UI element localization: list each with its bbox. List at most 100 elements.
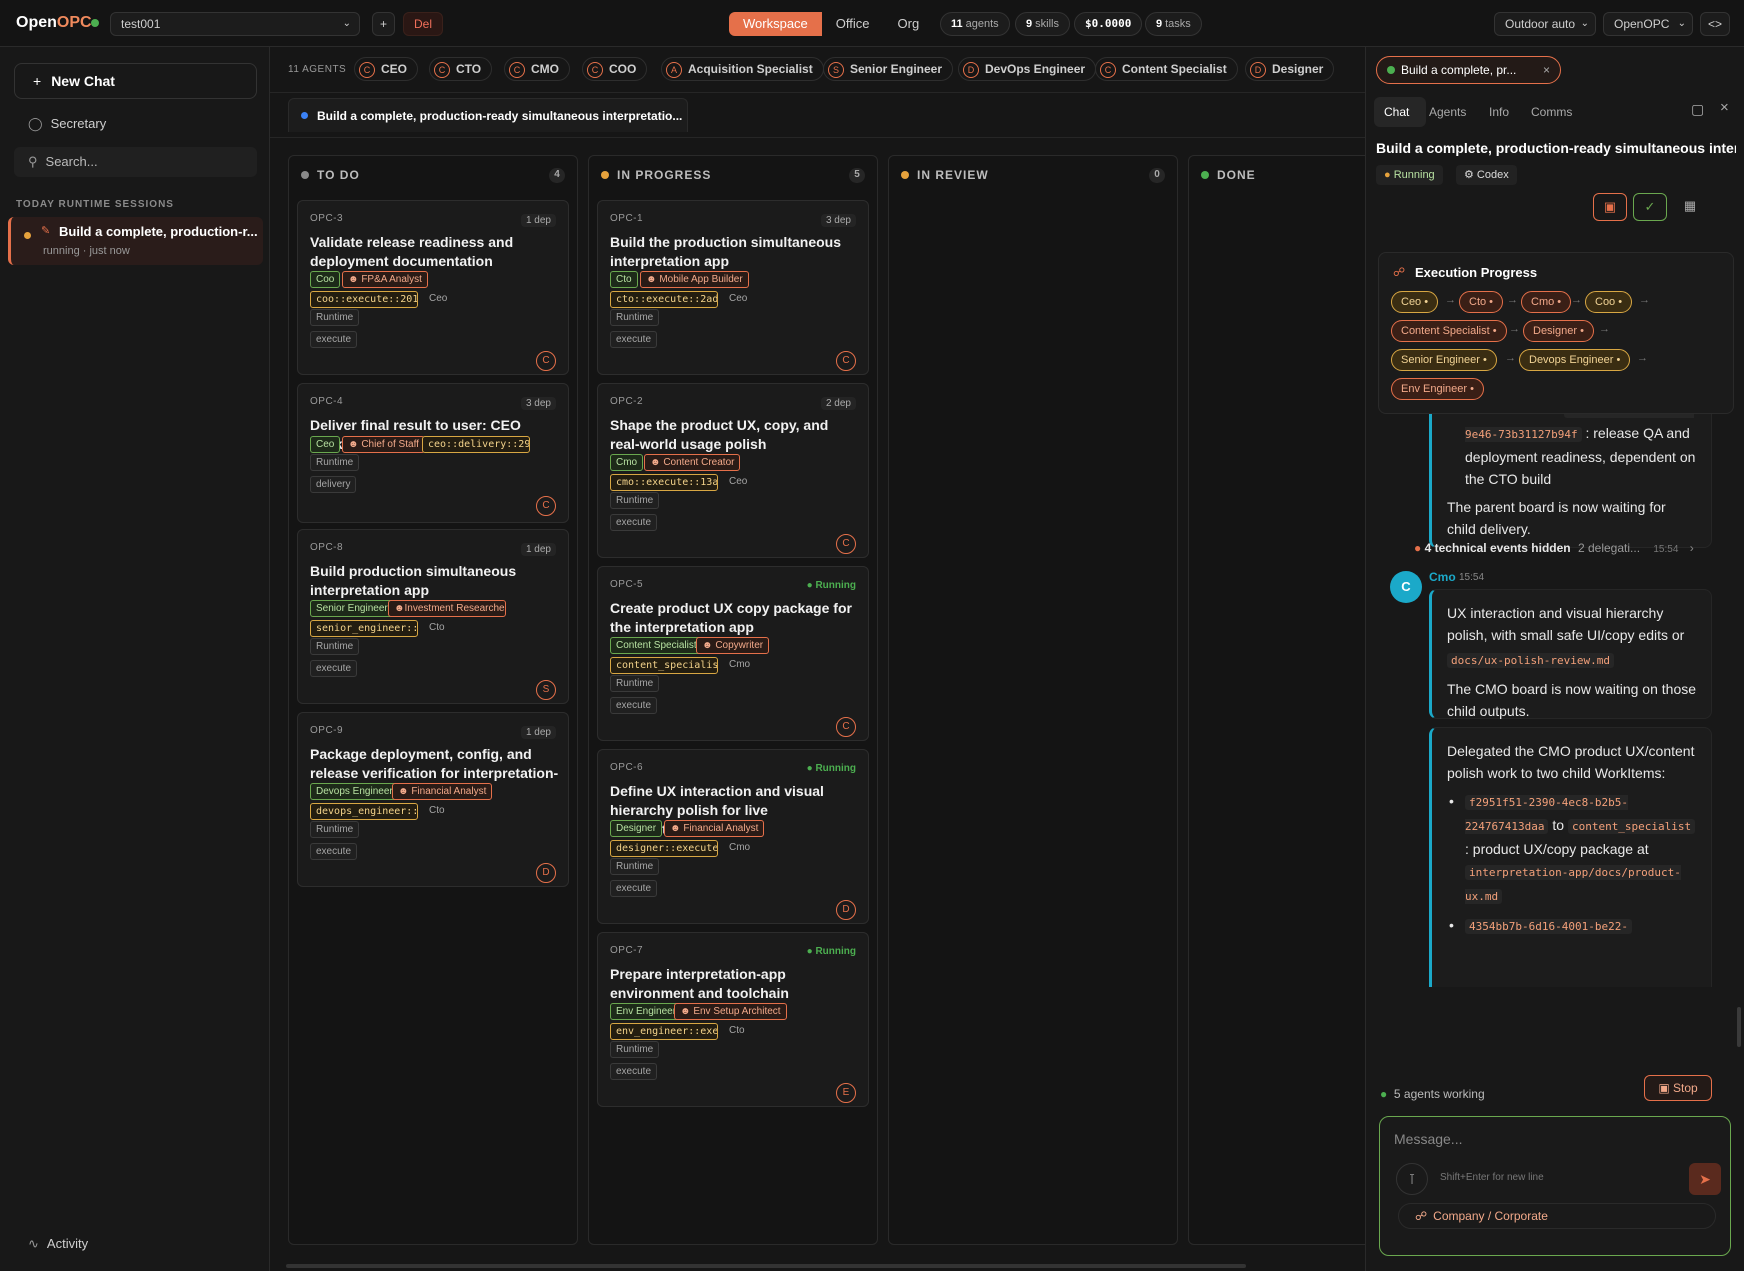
send-button[interactable]: ➤ bbox=[1689, 1163, 1721, 1195]
tab-agents[interactable]: Agents bbox=[1429, 105, 1466, 119]
agent-chip-ceo[interactable]: C CEO bbox=[354, 57, 419, 81]
agent-chip-cto[interactable]: C CTO bbox=[429, 57, 493, 81]
exec-node-devops-engineer[interactable]: Devops Engineer • bbox=[1519, 349, 1631, 371]
session-tab[interactable]: Build a complete, pr... × bbox=[1376, 56, 1561, 84]
tasks-count-pill[interactable]: 9 tasks bbox=[1145, 12, 1202, 36]
tab-workspace[interactable]: Workspace bbox=[729, 12, 822, 36]
task-card[interactable]: OPC-7 ● Running Prepare interpretation-a… bbox=[597, 932, 869, 1107]
persona-label: Chief of Staff bbox=[361, 439, 419, 450]
role-tag: Cto bbox=[610, 271, 638, 288]
task-card[interactable]: OPC-9 1 dep Package deployment, config, … bbox=[297, 712, 569, 887]
persona-tag: ☻ Chief of Staff bbox=[342, 436, 425, 453]
task-id: OPC-5 bbox=[610, 579, 644, 590]
chat-scrollbar[interactable] bbox=[1737, 1007, 1741, 1047]
delete-project-button[interactable]: Del bbox=[403, 12, 444, 36]
task-card[interactable]: OPC-6 ● Running Define UX interaction an… bbox=[597, 749, 869, 924]
running-badge: ● Running bbox=[807, 580, 856, 591]
horizontal-scrollbar[interactable] bbox=[286, 1264, 1246, 1268]
scope-selector[interactable]: ☍ Company / Corporate bbox=[1398, 1203, 1716, 1229]
stop-button[interactable]: ▣ Stop bbox=[1644, 1075, 1712, 1101]
activity-button[interactable]: ∿ Activity bbox=[14, 1229, 257, 1259]
persona-tag: ☻ Content Creator bbox=[644, 454, 741, 471]
exec-node-ceo[interactable]: Ceo • bbox=[1391, 291, 1439, 313]
chat-messages: microcopy • COO WorkItem eda5db11-07b8-4… bbox=[1366, 232, 1744, 1152]
task-card[interactable]: OPC-2 2 dep Shape the product UX, copy, … bbox=[597, 383, 869, 558]
column-count: 0 bbox=[1149, 168, 1165, 183]
agents-count-pill[interactable]: 11 agents bbox=[940, 12, 1010, 36]
tab-comms[interactable]: Comms bbox=[1531, 105, 1572, 119]
top-bar: OpenOPC test001 ⌄ + Del Workspace Office … bbox=[0, 0, 1744, 47]
agent-chip-coo[interactable]: C COO bbox=[582, 57, 648, 81]
message-input[interactable]: Message... bbox=[1394, 1131, 1714, 1155]
tab-office[interactable]: Office bbox=[822, 12, 884, 36]
add-project-button[interactable]: + bbox=[372, 12, 396, 36]
persona-label: FP&A Analyst bbox=[361, 274, 422, 285]
message-text: UX interaction and visual hierarchy poli… bbox=[1447, 605, 1685, 643]
agent-chip-acquisition[interactable]: A Acquisition Specialist bbox=[661, 57, 824, 81]
exec-node-senior-engineer[interactable]: Senior Engineer • bbox=[1391, 349, 1497, 371]
stop-square-button[interactable]: ▣ bbox=[1593, 193, 1627, 221]
persona-tag: ☻ Copywriter bbox=[696, 637, 770, 654]
agent-chip-content-specialist[interactable]: C Content Specialist bbox=[1095, 57, 1238, 81]
toggle-panel-button[interactable]: <> bbox=[1700, 12, 1730, 36]
agent-chip-senior-engineer[interactable]: S Senior Engineer bbox=[823, 57, 954, 81]
search-input[interactable]: ⚲ Search... bbox=[14, 147, 257, 177]
grid-icon[interactable]: ▦ bbox=[1673, 193, 1707, 221]
task-card[interactable]: OPC-3 1 dep Validate release readiness a… bbox=[297, 200, 569, 375]
cost-pill[interactable]: $0.0000 bbox=[1074, 12, 1143, 36]
execution-key-tag: cto::execute::2ada19b7 bbox=[610, 291, 718, 308]
task-card[interactable]: OPC-5 ● Running Create product UX copy p… bbox=[597, 566, 869, 741]
session-item[interactable]: ✎ Build a complete, production-r... runn… bbox=[8, 217, 263, 265]
close-panel-icon[interactable]: × bbox=[1720, 99, 1729, 116]
maximize-icon[interactable]: ▢ bbox=[1691, 101, 1704, 118]
task-card[interactable]: OPC-4 3 dep Deliver final result to user… bbox=[297, 383, 569, 523]
board-tab[interactable]: Build a complete, production-ready simul… bbox=[288, 98, 688, 132]
exec-node-cto[interactable]: Cto • bbox=[1459, 291, 1504, 313]
agent-name: COO bbox=[609, 62, 637, 76]
working-dot: ● bbox=[1380, 1087, 1388, 1101]
events-toggle[interactable]: ● 4 technical events hidden 2 delegati..… bbox=[1414, 541, 1694, 555]
tab-info[interactable]: Info bbox=[1489, 105, 1509, 119]
tab-chat[interactable]: Chat bbox=[1384, 105, 1409, 119]
new-chat-button[interactable]: + New Chat bbox=[14, 63, 257, 99]
assignee-avatar: C bbox=[536, 351, 556, 371]
agent-avatar: C bbox=[359, 62, 375, 78]
exec-node-content-specialist[interactable]: Content Specialist • bbox=[1391, 320, 1507, 342]
message-text: Delegated the CMO product UX/content pol… bbox=[1447, 743, 1695, 781]
pencil-icon: ✎ bbox=[41, 225, 51, 237]
search-icon: ⚲ bbox=[28, 154, 38, 169]
close-icon[interactable]: × bbox=[1543, 57, 1550, 83]
agent-chip-cmo[interactable]: C CMO bbox=[504, 57, 570, 81]
agent-chip-designer[interactable]: D Designer bbox=[1245, 57, 1335, 81]
app-logo[interactable]: OpenOPC bbox=[16, 14, 92, 32]
exec-node-env-engineer[interactable]: Env Engineer • bbox=[1391, 378, 1484, 400]
provider-select[interactable]: OpenOPC ⌄ bbox=[1603, 12, 1693, 36]
secretary-button[interactable]: ◯ Secretary bbox=[14, 109, 257, 139]
task-card[interactable]: OPC-8 1 dep Build production simultaneou… bbox=[297, 529, 569, 704]
code-icon: <> bbox=[1707, 17, 1722, 31]
skills-count-pill[interactable]: 9 skills bbox=[1015, 12, 1070, 36]
exec-node-coo[interactable]: Coo • bbox=[1585, 291, 1633, 313]
skills-label: skills bbox=[1035, 18, 1059, 30]
task-card[interactable]: OPC-1 3 dep Build the production simulta… bbox=[597, 200, 869, 375]
agent-chip-devops[interactable]: D DevOps Engineer bbox=[958, 57, 1097, 81]
runtime-tag: Runtime bbox=[610, 858, 660, 875]
engine-chip: ⚙ Codex bbox=[1456, 165, 1517, 185]
message-bubble: UX interaction and visual hierarchy poli… bbox=[1429, 589, 1712, 719]
working-indicator: ● 5 agents working bbox=[1380, 1087, 1485, 1101]
action-tag: execute bbox=[610, 880, 658, 897]
lock-icon: ☍ bbox=[1415, 1209, 1428, 1223]
person-icon: ☻ bbox=[702, 640, 716, 651]
project-select[interactable]: test001 ⌄ bbox=[110, 12, 360, 36]
tab-org[interactable]: Org bbox=[884, 12, 934, 36]
runtime-tag: Runtime bbox=[310, 454, 360, 471]
paperclip-icon[interactable]: ⊺ bbox=[1396, 1163, 1428, 1195]
exec-node-cmo[interactable]: Cmo • bbox=[1521, 291, 1572, 313]
exec-node-designer[interactable]: Designer • bbox=[1523, 320, 1594, 342]
dependency-badge: 2 dep bbox=[820, 397, 856, 410]
node-label: Env Engineer bbox=[1401, 383, 1468, 395]
role-tag: Coo bbox=[310, 271, 341, 288]
approve-button[interactable]: ✓ bbox=[1633, 193, 1667, 221]
skills-count: 9 bbox=[1026, 18, 1033, 30]
mode-select[interactable]: Outdoor auto ⌄ bbox=[1494, 12, 1596, 36]
